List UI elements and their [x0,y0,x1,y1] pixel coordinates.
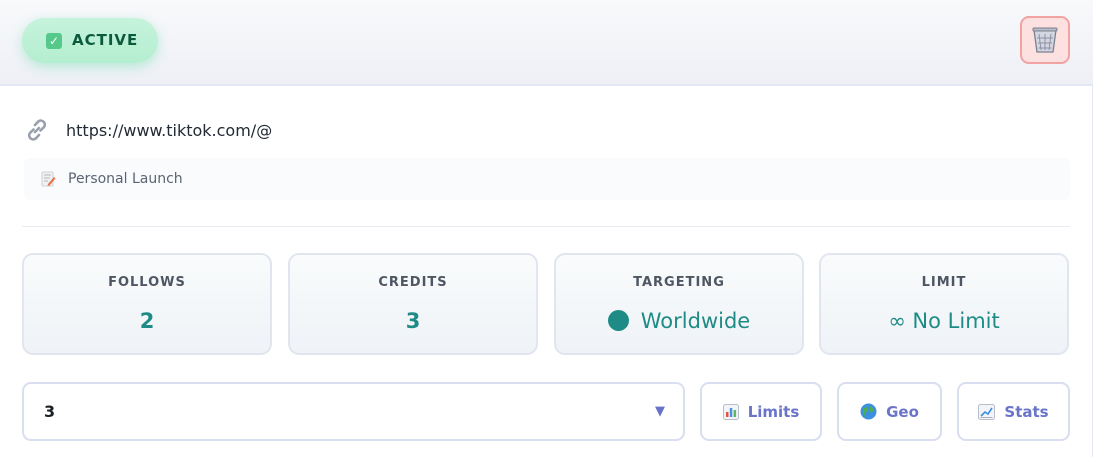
quantity-select[interactable]: 3 ▼ [22,382,685,441]
stat-label: FOLLOWS [108,275,186,290]
geo-label: Geo [886,402,919,421]
status-badge: ✓ ACTIVE [22,18,158,63]
profile-url[interactable]: https://www.tiktok.com/@ [66,121,272,140]
stat-value-wrapper: Worldwide [556,309,802,333]
memo-icon [41,171,56,187]
stat-card-credits: CREDITS 3 [288,253,538,355]
select-value: 3 [44,402,56,421]
section-divider [22,226,1070,227]
delete-button[interactable] [1020,16,1070,64]
trend-chart-icon [978,403,996,420]
campaign-name: Personal Launch [68,171,183,187]
limits-label: Limits [747,402,800,421]
stat-value: ∞ No Limit [888,309,1000,333]
card-header: ✓ ACTIVE [0,0,1093,86]
globe-icon [860,403,877,420]
globe-dot-icon [607,310,629,331]
link-icon [27,119,47,141]
stat-label: LIMIT [921,275,967,290]
stat-card-follows: FOLLOWS 2 [22,253,272,355]
stat-value: Worldwide [640,309,751,333]
stats-label: Stats [1004,402,1049,421]
stat-value: 2 [139,309,155,333]
bar-chart-icon [722,403,739,420]
status-label: ACTIVE [72,31,139,49]
check-box-icon: ✓ [46,33,62,49]
stat-card-targeting: TARGETING Worldwide [554,253,804,355]
stat-card-limit: LIMIT ∞ No Limit [819,253,1069,355]
limits-button[interactable]: Limits [700,382,822,441]
campaign-name-row: Personal Launch [24,158,1070,200]
geo-button[interactable]: Geo [837,382,942,441]
profile-url-row: https://www.tiktok.com/@ [24,116,272,144]
stat-label: TARGETING [633,275,725,290]
chevron-down-icon: ▼ [655,404,665,419]
campaign-card: ✓ ACTIVE https://www.tiktok.com/@ Person… [0,0,1093,457]
stat-label: CREDITS [378,275,448,290]
wastebasket-icon [1032,27,1058,53]
stat-value: 3 [405,309,421,333]
stats-button[interactable]: Stats [957,382,1070,441]
